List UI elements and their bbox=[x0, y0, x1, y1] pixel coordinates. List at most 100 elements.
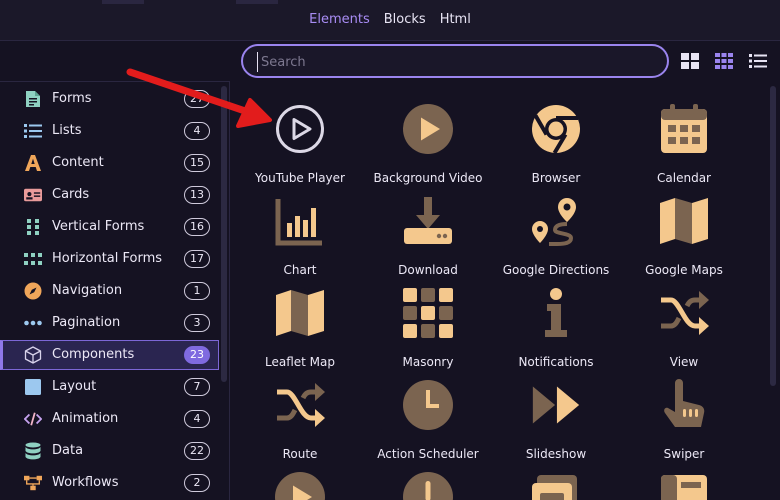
component-download[interactable]: Download bbox=[364, 190, 492, 282]
clock-icon bbox=[403, 380, 453, 430]
component-label: View bbox=[669, 355, 699, 369]
workflow-icon bbox=[24, 474, 42, 492]
sidebar-item-label: Lists bbox=[52, 123, 82, 138]
component-label: Leaflet Map bbox=[265, 355, 335, 369]
component-grid: YouTube Player Background Video Browser … bbox=[231, 82, 780, 500]
component-masonry[interactable]: Masonry bbox=[364, 282, 492, 374]
decor-stub bbox=[236, 0, 278, 4]
component-notifications[interactable]: Notifications bbox=[492, 282, 620, 374]
compass-icon bbox=[24, 282, 42, 300]
component-label: Chart bbox=[283, 263, 317, 277]
grid-large-icon[interactable] bbox=[680, 52, 700, 70]
search-box bbox=[241, 44, 669, 78]
fast-forward-icon bbox=[531, 380, 581, 430]
component-label: Google Maps bbox=[645, 263, 723, 277]
alert-circle-icon bbox=[403, 472, 453, 500]
component-route[interactable]: Route bbox=[236, 374, 364, 466]
count-badge: 2 bbox=[184, 474, 210, 492]
count-badge: 16 bbox=[184, 218, 210, 236]
folded-map-icon bbox=[275, 288, 325, 338]
component-leaflet-map[interactable]: Leaflet Map bbox=[236, 282, 364, 374]
sidebar-item-animation[interactable]: Animation 4 bbox=[0, 404, 219, 434]
component-action-scheduler[interactable]: Action Scheduler bbox=[364, 374, 492, 466]
shuffle-icon bbox=[275, 380, 325, 430]
component-label: Background Video bbox=[373, 171, 483, 185]
count-badge: 17 bbox=[184, 250, 210, 268]
component-label: Calendar bbox=[657, 171, 711, 185]
tab-blocks[interactable]: Blocks bbox=[384, 12, 426, 27]
sidebar-item-label: Animation bbox=[52, 411, 119, 426]
sidebar-item-components[interactable]: Components 23 bbox=[0, 340, 219, 370]
sidebar-item-horizontal-forms[interactable]: Horizontal Forms 17 bbox=[0, 244, 219, 274]
cube-icon bbox=[24, 346, 42, 364]
annotation-arrow-icon bbox=[126, 68, 272, 128]
component-chart[interactable]: Chart bbox=[236, 190, 364, 282]
component-label: Browser bbox=[531, 171, 581, 185]
sidebar-item-label: Navigation bbox=[52, 283, 123, 298]
panel-icon bbox=[659, 472, 709, 500]
component-swiper[interactable]: Swiper bbox=[620, 374, 748, 466]
sidebar-item-layout[interactable]: Layout 7 bbox=[0, 372, 219, 402]
sidebar-item-label: Workflows bbox=[52, 475, 119, 490]
sidebar-item-pagination[interactable]: Pagination 3 bbox=[0, 308, 219, 338]
sidebar-item-data[interactable]: Data 22 bbox=[0, 436, 219, 466]
component-google-directions[interactable]: Google Directions bbox=[492, 190, 620, 282]
tab-html[interactable]: Html bbox=[440, 12, 471, 27]
grid-scrollbar[interactable] bbox=[770, 86, 776, 386]
horizontal-form-icon bbox=[24, 250, 42, 268]
component-tile[interactable] bbox=[620, 466, 748, 500]
component-tile[interactable] bbox=[492, 466, 620, 500]
component-tile[interactable] bbox=[364, 466, 492, 500]
chrome-icon bbox=[531, 104, 581, 154]
sidebar-item-label: Content bbox=[52, 155, 104, 170]
sidebar-item-content[interactable]: Content 15 bbox=[0, 148, 219, 178]
dots-icon bbox=[24, 314, 42, 332]
component-label: Masonry bbox=[402, 355, 454, 369]
component-calendar[interactable]: Calendar bbox=[620, 98, 748, 190]
component-label: YouTube Player bbox=[255, 171, 345, 185]
category-sidebar: Forms 27 Lists 4 Content 15 Cards 13 Ver… bbox=[0, 82, 230, 500]
count-badge: 4 bbox=[184, 410, 210, 428]
component-label: Slideshow bbox=[525, 447, 587, 461]
component-view[interactable]: View bbox=[620, 282, 748, 374]
download-icon bbox=[403, 196, 453, 246]
id-card-icon bbox=[24, 186, 42, 204]
bar-chart-icon bbox=[275, 196, 325, 246]
component-tile[interactable] bbox=[236, 466, 364, 500]
tab-elements[interactable]: Elements bbox=[309, 12, 370, 27]
component-slideshow[interactable]: Slideshow bbox=[492, 374, 620, 466]
vertical-form-icon bbox=[24, 218, 42, 236]
sidebar-item-label: Vertical Forms bbox=[52, 219, 145, 234]
search-input[interactable] bbox=[257, 52, 647, 72]
sidebar-item-vertical-forms[interactable]: Vertical Forms 16 bbox=[0, 212, 219, 242]
sidebar-item-workflows[interactable]: Workflows 2 bbox=[0, 468, 219, 498]
database-icon bbox=[24, 442, 42, 460]
sidebar-item-navigation[interactable]: Navigation 1 bbox=[0, 276, 219, 306]
component-label: Swiper bbox=[663, 447, 705, 461]
sidebar-item-cards[interactable]: Cards 13 bbox=[0, 180, 219, 210]
component-background-video[interactable]: Background Video bbox=[364, 98, 492, 190]
masonry-grid-icon bbox=[403, 288, 453, 338]
component-label: Route bbox=[282, 447, 318, 461]
sidebar-item-label: Horizontal Forms bbox=[52, 251, 163, 266]
sidebar-item-label: Data bbox=[52, 443, 84, 458]
layout-square-icon bbox=[24, 378, 42, 396]
component-label: Notifications bbox=[518, 355, 594, 369]
code-icon bbox=[24, 410, 42, 428]
count-badge: 13 bbox=[184, 186, 210, 204]
count-badge: 23 bbox=[184, 346, 210, 364]
component-browser[interactable]: Browser bbox=[492, 98, 620, 190]
info-icon bbox=[531, 288, 581, 338]
component-google-maps[interactable]: Google Maps bbox=[620, 190, 748, 282]
shuffle-icon bbox=[659, 288, 709, 338]
sidebar-item-label: Cards bbox=[52, 187, 90, 202]
list-icon bbox=[24, 122, 42, 140]
tab-list: Elements Blocks Html bbox=[0, 12, 780, 27]
play-circle-filled-icon bbox=[275, 472, 325, 500]
folded-map-icon bbox=[659, 196, 709, 246]
list-icon[interactable] bbox=[748, 52, 768, 70]
sidebar-item-label: Layout bbox=[52, 379, 97, 394]
grid-small-icon[interactable] bbox=[714, 52, 734, 70]
decor-stub bbox=[102, 0, 144, 4]
sidebar-item-label: Forms bbox=[52, 91, 92, 106]
